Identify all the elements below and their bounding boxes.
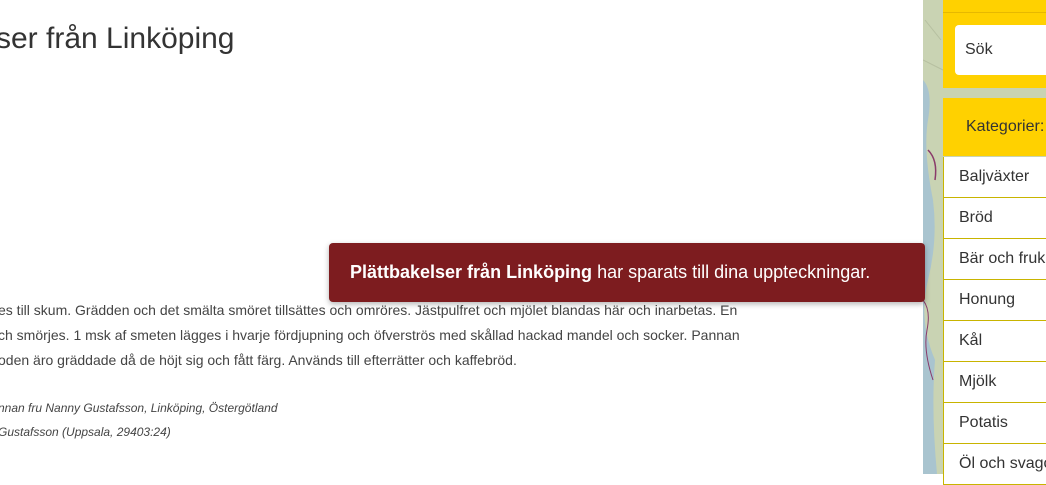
category-list: Baljväxter Bröd Bär och fruk Honung Kål …	[943, 157, 1046, 485]
search-input[interactable]	[955, 25, 1046, 75]
recipe-source: nnan fru Nanny Gustafsson, Linköping, Ös…	[0, 396, 278, 444]
page-title: ser från Linköping	[0, 22, 235, 55]
category-item-kal[interactable]: Kål	[943, 321, 1046, 362]
recipe-text-line: oden äro gräddade då de höjt sig och fåt…	[0, 352, 517, 368]
category-item-bar-och-frukt[interactable]: Bär och fruk	[943, 239, 1046, 280]
category-item-honung[interactable]: Honung	[943, 280, 1046, 321]
source-line: Gustafsson (Uppsala, 29403:24)	[0, 425, 171, 439]
category-item-mjolk[interactable]: Mjölk	[943, 362, 1046, 403]
source-line: nnan fru Nanny Gustafsson, Linköping, Ös…	[0, 401, 278, 415]
recipe-body: es till skum. Grädden och det smälta smö…	[0, 298, 908, 373]
categories-header: Kategorier:	[943, 98, 1046, 156]
category-item-brod[interactable]: Bröd	[943, 198, 1046, 239]
toast-recipe-name: Plättbakelser från Linköping	[350, 262, 593, 282]
category-item-ol-och-svagdricka[interactable]: Öl och svago	[943, 444, 1046, 485]
search-panel	[943, 12, 1046, 88]
category-item-baljvaxter[interactable]: Baljväxter	[943, 157, 1046, 198]
sidebar: Kategorier: Baljväxter Bröd Bär och fruk…	[943, 0, 1046, 485]
saved-notification-toast[interactable]: Plättbakelser från Linköping har sparats…	[329, 243, 925, 302]
category-item-potatis[interactable]: Potatis	[943, 403, 1046, 444]
toast-message: har sparats till dina uppteckningar.	[592, 262, 871, 282]
recipe-text-line: ch smörjes. 1 msk af smeten lägges i hva…	[0, 327, 740, 343]
